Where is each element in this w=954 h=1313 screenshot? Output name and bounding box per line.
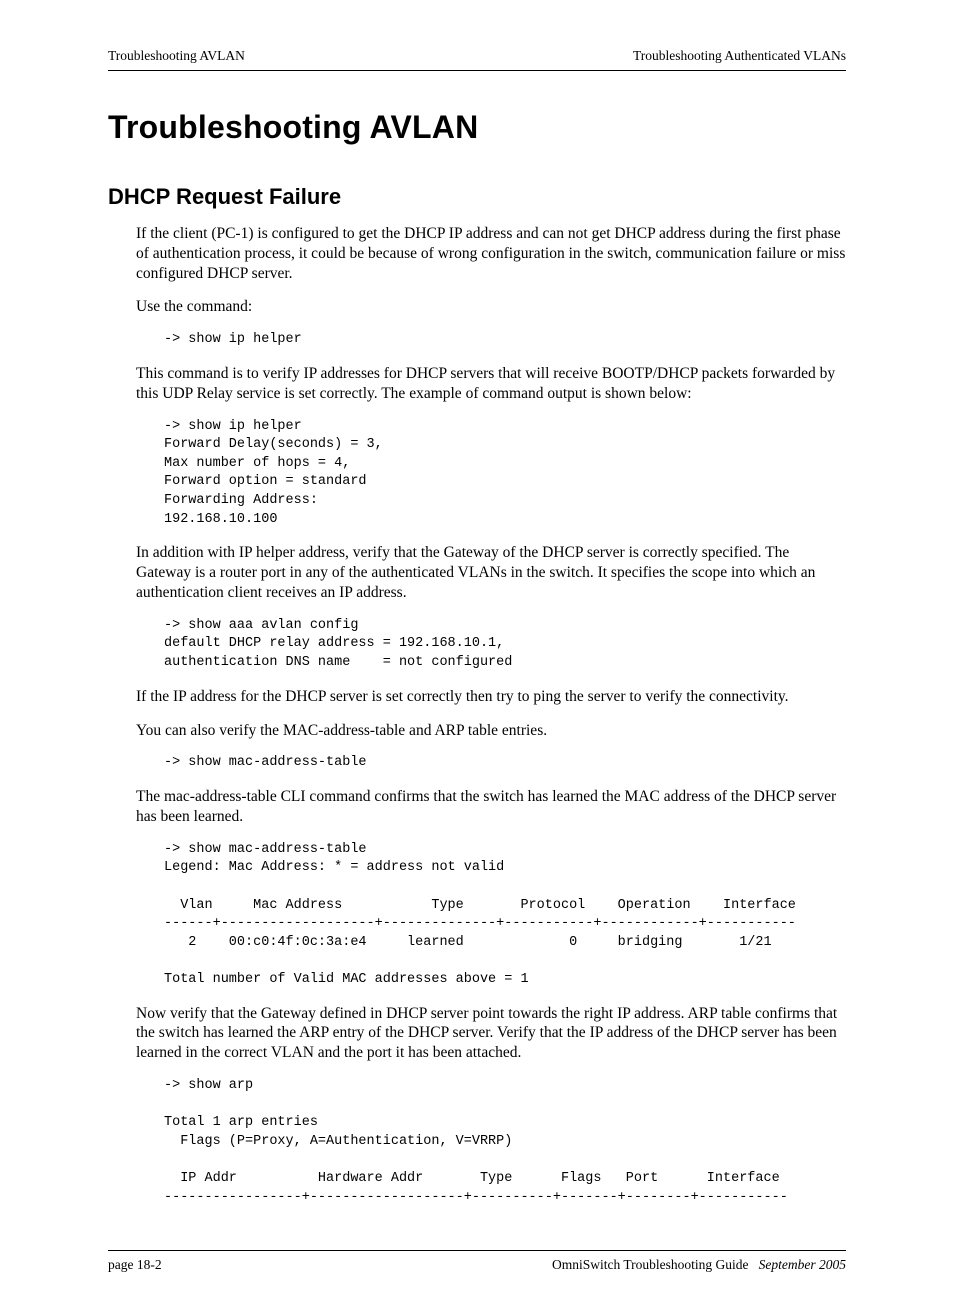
paragraph: Use the command:	[136, 297, 846, 317]
header-right: Troubleshooting Authenticated VLANs	[633, 48, 846, 64]
footer-page-number: page 18-2	[108, 1257, 162, 1273]
running-header: Troubleshooting AVLAN Troubleshooting Au…	[108, 48, 846, 71]
paragraph: In addition with IP helper address, veri…	[136, 543, 846, 602]
footer-right: OmniSwitch Troubleshooting Guide Septemb…	[552, 1257, 846, 1273]
header-left: Troubleshooting AVLAN	[108, 48, 245, 64]
footer-date: September 2005	[759, 1257, 846, 1272]
paragraph: The mac-address-table CLI command confir…	[136, 787, 846, 827]
running-footer: page 18-2 OmniSwitch Troubleshooting Gui…	[108, 1250, 846, 1273]
page-title: Troubleshooting AVLAN	[108, 109, 846, 146]
paragraph: This command is to verify IP addresses f…	[136, 364, 846, 404]
section-heading: DHCP Request Failure	[108, 184, 846, 210]
document-page: Troubleshooting AVLAN Troubleshooting Au…	[0, 0, 954, 1313]
paragraph: If the client (PC-1) is configured to ge…	[136, 224, 846, 283]
code-block: -> show ip helper Forward Delay(seconds)…	[164, 418, 846, 530]
paragraph: You can also verify the MAC-address-tabl…	[136, 721, 846, 741]
footer-guide-name: OmniSwitch Troubleshooting Guide	[552, 1257, 749, 1272]
code-block: -> show mac-address-table	[164, 754, 846, 773]
content-block: If the client (PC-1) is configured to ge…	[136, 224, 846, 1208]
code-block: -> show mac-address-table Legend: Mac Ad…	[164, 841, 846, 990]
code-block: -> show arp Total 1 arp entries Flags (P…	[164, 1077, 846, 1207]
paragraph: If the IP address for the DHCP server is…	[136, 687, 846, 707]
paragraph: Now verify that the Gateway defined in D…	[136, 1004, 846, 1063]
code-block: -> show aaa avlan config default DHCP re…	[164, 617, 846, 673]
code-block: -> show ip helper	[164, 331, 846, 350]
